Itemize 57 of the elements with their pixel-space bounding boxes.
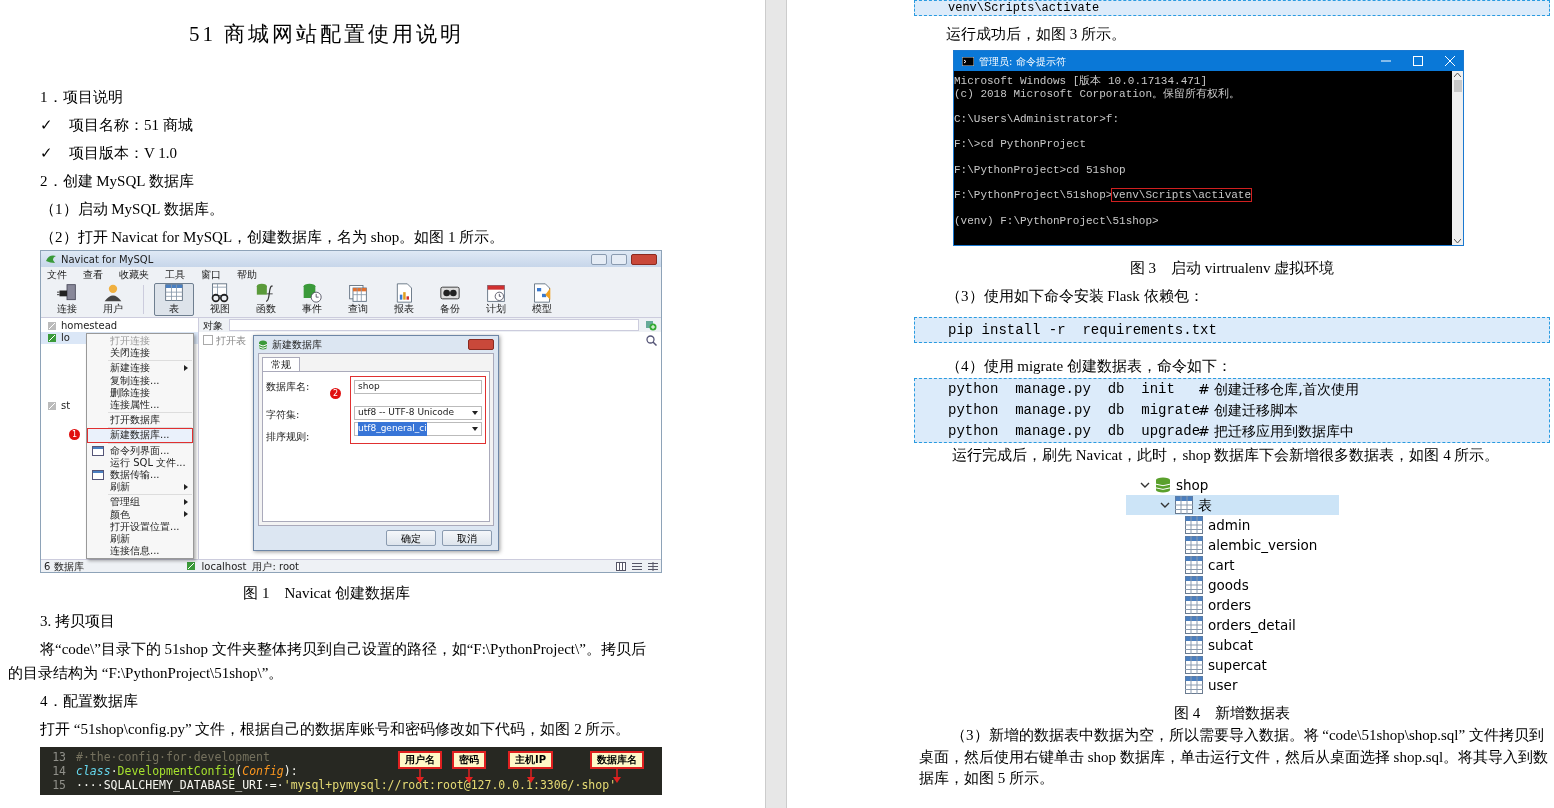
callout-label: 用户名 xyxy=(398,751,442,769)
field-label: 排序规则: xyxy=(266,430,311,444)
section-heading: 4．配置数据库 xyxy=(39,692,139,711)
code-line: pip install -r requirements.txt xyxy=(948,321,1217,340)
terminal-line: Microsoft Windows [版本 10.0.17134.471] xyxy=(954,75,1209,88)
step-badge: 2 xyxy=(330,388,341,399)
paragraph: （4）使用 migrate 创建数据表，命令如下： xyxy=(945,357,1233,376)
section-heading: 3. 拷贝项目 xyxy=(39,612,116,631)
dialog-title: 新建数据库 xyxy=(272,338,322,352)
terminal-line: F:\PythonProject>cd 51shop xyxy=(954,163,1127,177)
paragraph: （2）打开 Navicat for MySQL，创建数据库，名为 shop。如图 1 所示。 xyxy=(39,228,506,247)
terminal-line: C:\Users\Administrator>f: xyxy=(954,113,1121,126)
line-number: 14 xyxy=(51,764,67,778)
code-comment: # 创建迁移脚本 xyxy=(1198,401,1299,420)
paragraph: 运行成功后，如图 3 所示。 xyxy=(945,25,1127,44)
callout-label: 密码 xyxy=(452,751,486,769)
code-comment: # 创建迁移仓库,首次使用 xyxy=(1198,380,1359,399)
paragraph: 运行完成后，刷先 Navicat，此时，shop 数据库下会新增很多数据表，如图 4 所示。 xyxy=(951,446,1501,465)
window-title: Navicat for MySQL xyxy=(61,252,154,267)
section-heading: 1．项目说明 xyxy=(39,88,124,107)
code-line: class·DevelopmentConfig(Config): xyxy=(76,764,298,778)
code-line: venv\Scripts\activate xyxy=(948,1,1100,15)
step-badge: 1 xyxy=(69,429,80,440)
document-title: 51 商城网站配置使用说明 xyxy=(187,21,466,48)
check-mark: ✓ xyxy=(40,144,53,163)
field-label: 字符集: xyxy=(266,408,301,422)
list-item-text: 项目名称：51 商城 xyxy=(69,116,193,135)
callout-label: 数据库名 xyxy=(590,751,644,769)
paragraph: （3）新增的数据表中数据为空，所以需要导入数据。将 “code\51shop\shop.sql” 文件拷贝到桌面，然后使用右键单击 shop 数据库，单击运行文件，然后从桌面选择 shop.sql。将其导入到数据库，如图 5 所示。 xyxy=(918,726,1550,788)
code-line: python manage.py db upgrade xyxy=(948,422,1198,441)
list-item-text: 项目版本：V 1.0 xyxy=(69,144,178,163)
code-line: ····SQLALCHEMY_DATABASE_URI·=·'mysql+pymysql://root:root@127.0.0.1:3306/·shop' xyxy=(76,778,617,792)
field-label: 数据库名: xyxy=(266,380,311,394)
line-number: 13 xyxy=(51,750,67,764)
status-text: localhost xyxy=(201,559,247,574)
window-title: 管理员: 命令提示符 xyxy=(979,54,1066,69)
paragraph: 打开 “51shop\config.py” 文件，根据自己的数据库账号和密码修改如下代码，如图 2 所示。 xyxy=(39,720,632,739)
status-text: 6 数据库 xyxy=(44,559,84,574)
line-number: 15 xyxy=(51,778,67,792)
paragraph: （3）使用如下命令安装 Flask 依赖包： xyxy=(945,287,1205,306)
code-comment: # 把迁移应用到数据库中 xyxy=(1198,422,1355,441)
code-line: python manage.py db init xyxy=(948,380,1176,399)
terminal-line: (venv) F:\PythonProject\51shop> xyxy=(954,214,1160,228)
paragraph: 将“code\”目录下的 51shop 文件夹整体拷贝到自己设置的路径，如“F:\PythonProject\”。拷贝后的目录结构为 “F:\PythonProject\51shop\”。 xyxy=(8,640,647,683)
check-mark: ✓ xyxy=(40,116,53,135)
figure-caption: 图 1 Navicat 创建数据库 xyxy=(242,584,411,603)
terminal-line: F:\>cd PythonProject xyxy=(954,138,1088,152)
terminal-line: F:\PythonProject\51shop>venv\Scripts\activate xyxy=(954,189,1253,202)
figure-caption: 图 3 启动 virtrualenv 虚拟环境 xyxy=(1128,259,1336,278)
code-line: #·the·config·for·development xyxy=(76,750,270,764)
callout-label: 主机IP xyxy=(508,751,554,769)
status-text: 用户: root xyxy=(252,559,300,574)
paragraph: （1）启动 MySQL 数据库。 xyxy=(39,200,225,219)
section-heading: 2．创建 MySQL 数据库 xyxy=(39,172,195,191)
code-line: python manage.py db migrate xyxy=(948,401,1198,420)
figure-caption: 图 4 新增数据表 xyxy=(1172,704,1292,723)
terminal-line: (c) 2018 Microsoft Corporation。保留所有权利。 xyxy=(954,87,1242,101)
